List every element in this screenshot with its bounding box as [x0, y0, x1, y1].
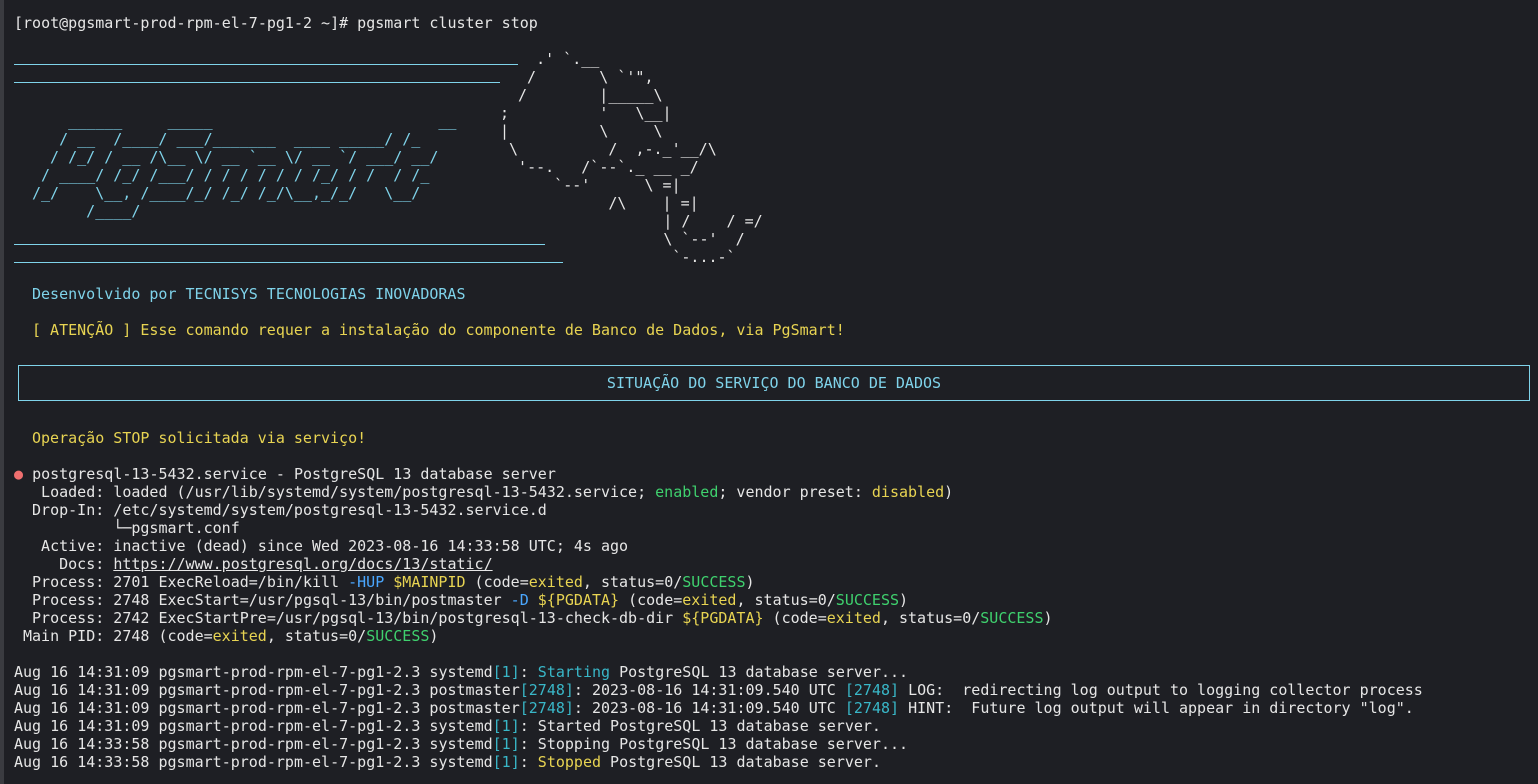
log-line: Aug 16 14:33:58 pgsmart-prod-rpm-el-7-pg…: [14, 753, 881, 771]
log-line: Aug 16 14:31:09 pgsmart-prod-rpm-el-7-pg…: [14, 717, 881, 735]
logo-line: /_/ \__, /____/_/ /_/ /_/\__,_/_/ \__/: [32, 184, 421, 202]
art-line: .' `.__: [509, 50, 600, 68]
main-pid-line: Main PID: 2748 (code=exited, status=0/SU…: [23, 627, 439, 645]
art-line: / |_____\: [509, 86, 663, 104]
log-line: Aug 16 14:31:09 pgsmart-prod-rpm-el-7-pg…: [14, 681, 1423, 699]
art-line: \ `--' /: [564, 230, 745, 248]
log-line: Aug 16 14:31:09 pgsmart-prod-rpm-el-7-pg…: [14, 699, 1414, 717]
art-line: ; ' \__|: [500, 104, 672, 122]
art-line: | / / =/: [564, 212, 763, 230]
service-dropin-line: Drop-In: /etc/systemd/system/postgresql-…: [23, 501, 547, 519]
section-title: SITUAÇÃO DO SERVIÇO DO BANCO DE DADOS: [606, 374, 942, 392]
logo-line: / ____/ /_/ /___/ / / / / / / /_/ / / / …: [32, 166, 430, 184]
shell-prompt: [root@pgsmart-prod-rpm-el-7-pg1-2 ~]# pg…: [14, 14, 538, 32]
service-header: ● postgresql-13-5432.service - PostgreSQ…: [14, 465, 556, 483]
disabled-value: disabled: [871, 483, 945, 501]
attention-warning: [ ATENÇÃO ] Esse comando requer a instal…: [32, 321, 845, 339]
section-title-box: SITUAÇÃO DO SERVIÇO DO BANCO DE DADOS: [18, 365, 1530, 401]
developer-credit: Desenvolvido por TECNISYS TECNOLOGIAS IN…: [32, 285, 466, 303]
logo-line: /____/: [32, 202, 141, 220]
art-line: `--' \ =|: [500, 176, 681, 194]
banner-rule-4: [14, 262, 563, 263]
banner-rule-3: [14, 244, 545, 245]
service-dropin-file: └─pgsmart.conf: [23, 519, 240, 537]
logo-line: / /_/ / __ /\__ \/ __ `__ \/ __ `/ ___/ …: [32, 148, 439, 166]
status-dot-icon: ●: [14, 465, 24, 483]
terminal-window[interactable]: [root@pgsmart-prod-rpm-el-7-pg1-2 ~]# pg…: [0, 0, 1538, 784]
docs-link[interactable]: https://www.postgresql.org/docs/13/stati…: [113, 555, 492, 573]
service-name: postgresql-13-5432.service - PostgreSQL …: [32, 465, 556, 483]
art-line: `-...-`: [564, 248, 736, 266]
service-active-line: Active: inactive (dead) since Wed 2023-0…: [23, 537, 629, 555]
art-line: / \ `'",: [509, 68, 654, 86]
art-line: '--. /`--`._ __ _/: [500, 158, 699, 176]
enabled-value: enabled: [655, 483, 719, 501]
banner-rule-1: [14, 64, 518, 65]
logo-line: / __ /____/ ___/_______ ____ _____/ /_: [32, 130, 421, 148]
log-line: Aug 16 14:31:09 pgsmart-prod-rpm-el-7-pg…: [14, 663, 909, 681]
art-line: | \ \: [500, 122, 663, 140]
process-line-reload: Process: 2701 ExecReload=/bin/kill -HUP …: [23, 573, 755, 591]
logo-line: ______ _____ __: [32, 112, 457, 130]
service-loaded-line: Loaded: loaded (/usr/lib/systemd/system/…: [23, 483, 954, 501]
art-line: /\ | =|: [500, 194, 699, 212]
log-line: Aug 16 14:33:58 pgsmart-prod-rpm-el-7-pg…: [14, 735, 909, 753]
art-line: \ / ,-._'__/\: [500, 140, 717, 158]
banner-rule-2: [14, 82, 500, 83]
service-docs-line: Docs: https://www.postgresql.org/docs/13…: [23, 555, 493, 573]
operation-message: Operação STOP solicitada via serviço!: [32, 429, 367, 447]
process-line-startpre: Process: 2742 ExecStartPre=/usr/pgsql-13…: [23, 609, 1053, 627]
process-line-start: Process: 2748 ExecStart=/usr/pgsql-13/bi…: [23, 591, 909, 609]
